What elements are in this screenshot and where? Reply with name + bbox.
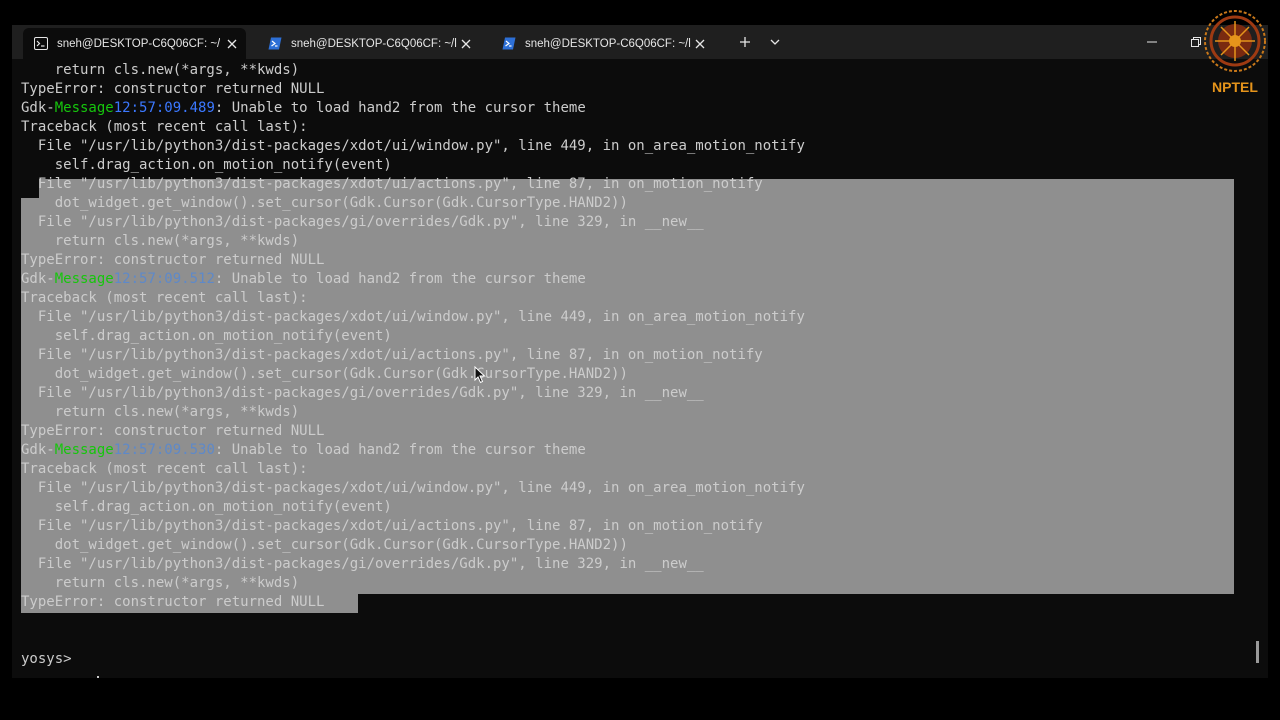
- terminal-line: Traceback (most recent call last):: [21, 290, 308, 306]
- terminal-line: File "/usr/lib/python3/dist-packages/xdo…: [21, 309, 805, 325]
- terminal-line: dot_widget.get_window().set_cursor(Gdk.C…: [21, 366, 628, 382]
- terminal-line: dot_widget.get_window().set_cursor(Gdk.C…: [21, 195, 628, 211]
- terminal-line: File "/usr/lib/python3/dist-packages/xdo…: [21, 480, 805, 496]
- terminal-line: File "/usr/lib/python3/dist-packages/gi/…: [21, 385, 704, 401]
- line-segment-post: : Unable to load hand2 from the cursor t…: [214, 271, 586, 287]
- terminal-line: File "/usr/lib/python3/dist-packages/xdo…: [21, 347, 763, 363]
- terminal-icon: [34, 37, 48, 51]
- powershell-icon: [268, 37, 282, 51]
- mouse-pointer-icon: [474, 366, 486, 384]
- line-segment-pre: Gdk-: [21, 100, 55, 116]
- terminal-line: self.drag_action.on_motion_notify(event): [21, 499, 392, 515]
- line-segment-ts: 12:57:09.489: [113, 100, 215, 116]
- terminal-line: TypeError: constructor returned NULL: [21, 81, 325, 97]
- terminal-line: TypeError: constructor returned NULL: [21, 252, 325, 268]
- text-cursor: [97, 676, 99, 678]
- terminal-line: TypeError: constructor returned NULL: [21, 423, 325, 439]
- minimize-button[interactable]: [1141, 31, 1163, 53]
- line-segment-ts: 12:57:09.512: [113, 271, 215, 287]
- terminal-line: File "/usr/lib/python3/dist-packages/xdo…: [21, 518, 763, 534]
- tab-1[interactable]: sneh@DESKTOP-C6Q06CF: ~/: [23, 28, 246, 59]
- terminal-line: Traceback (most recent call last):: [21, 461, 308, 477]
- powershell-icon: [502, 37, 516, 51]
- terminal-line: return cls.new(*args, **kwds): [21, 233, 300, 249]
- line-segment-tag: Message: [54, 100, 114, 116]
- nptel-emblem-icon: [1204, 10, 1266, 72]
- terminal-output[interactable]: return cls.new(*args, **kwds) TypeError: …: [12, 59, 1268, 678]
- tab-2[interactable]: sneh@DESKTOP-C6Q06CF: ~/l: [257, 28, 480, 59]
- tab-label: sneh@DESKTOP-C6Q06CF: ~/l: [291, 37, 457, 50]
- close-tab-icon[interactable]: [224, 36, 240, 52]
- tab-label: sneh@DESKTOP-C6Q06CF: ~/: [57, 37, 221, 50]
- terminal-line: Gdk-Message12:57:09.489: Unable to load …: [21, 99, 586, 118]
- terminal-line: File "/usr/lib/python3/dist-packages/xdo…: [21, 176, 763, 192]
- tab-label: sneh@DESKTOP-C6Q06CF: ~/l: [525, 37, 691, 50]
- line-segment-post: : Unable to load hand2 from the cursor t…: [214, 100, 586, 116]
- terminal-line: File "/usr/lib/python3/dist-packages/gi/…: [21, 214, 704, 230]
- terminal-line: Gdk-Message12:57:09.530: Unable to load …: [21, 441, 586, 460]
- line-segment-tag: Message: [54, 271, 114, 287]
- close-tab-icon[interactable]: [692, 36, 708, 52]
- terminal-line: self.drag_action.on_motion_notify(event): [21, 328, 392, 344]
- tab-dropdown-button[interactable]: [765, 33, 785, 51]
- terminal-line: File "/usr/lib/python3/dist-packages/xdo…: [21, 138, 805, 154]
- terminal-line: Gdk-Message12:57:09.512: Unable to load …: [21, 270, 586, 289]
- terminal-line: Traceback (most recent call last):: [21, 119, 308, 135]
- terminal-line: return cls.new(*args, **kwds): [21, 404, 300, 420]
- nptel-logo-text: NPTEL: [1212, 79, 1258, 95]
- line-segment-post: : Unable to load hand2 from the cursor t…: [214, 442, 586, 458]
- terminal-window: sneh@DESKTOP-C6Q06CF: ~/ sneh@DESKTOP-C6…: [12, 25, 1268, 678]
- nptel-logo: NPTEL: [1201, 8, 1269, 98]
- line-segment-pre: Gdk-: [21, 271, 55, 287]
- tab-bar: sneh@DESKTOP-C6Q06CF: ~/ sneh@DESKTOP-C6…: [12, 25, 1268, 59]
- terminal-line: yosys>: [21, 651, 81, 667]
- terminal-line: File "/usr/lib/python3/dist-packages/gi/…: [21, 556, 704, 572]
- tab-3[interactable]: sneh@DESKTOP-C6Q06CF: ~/l: [491, 28, 714, 59]
- new-tab-button[interactable]: [735, 33, 755, 51]
- terminal-line: return cls.new(*args, **kwds): [21, 575, 300, 591]
- line-segment-pre: Gdk-: [21, 442, 55, 458]
- terminal-line: dot_widget.get_window().set_cursor(Gdk.C…: [21, 537, 628, 553]
- terminal-line: TypeError: constructor returned NULL: [21, 594, 325, 610]
- terminal-line: return cls.new(*args, **kwds): [21, 62, 300, 78]
- scrollbar-thumb[interactable]: [1256, 641, 1259, 663]
- line-segment-tag: Message: [54, 442, 114, 458]
- terminal-line: self.drag_action.on_motion_notify(event): [21, 157, 392, 173]
- close-tab-icon[interactable]: [458, 36, 474, 52]
- line-segment-ts: 12:57:09.530: [113, 442, 215, 458]
